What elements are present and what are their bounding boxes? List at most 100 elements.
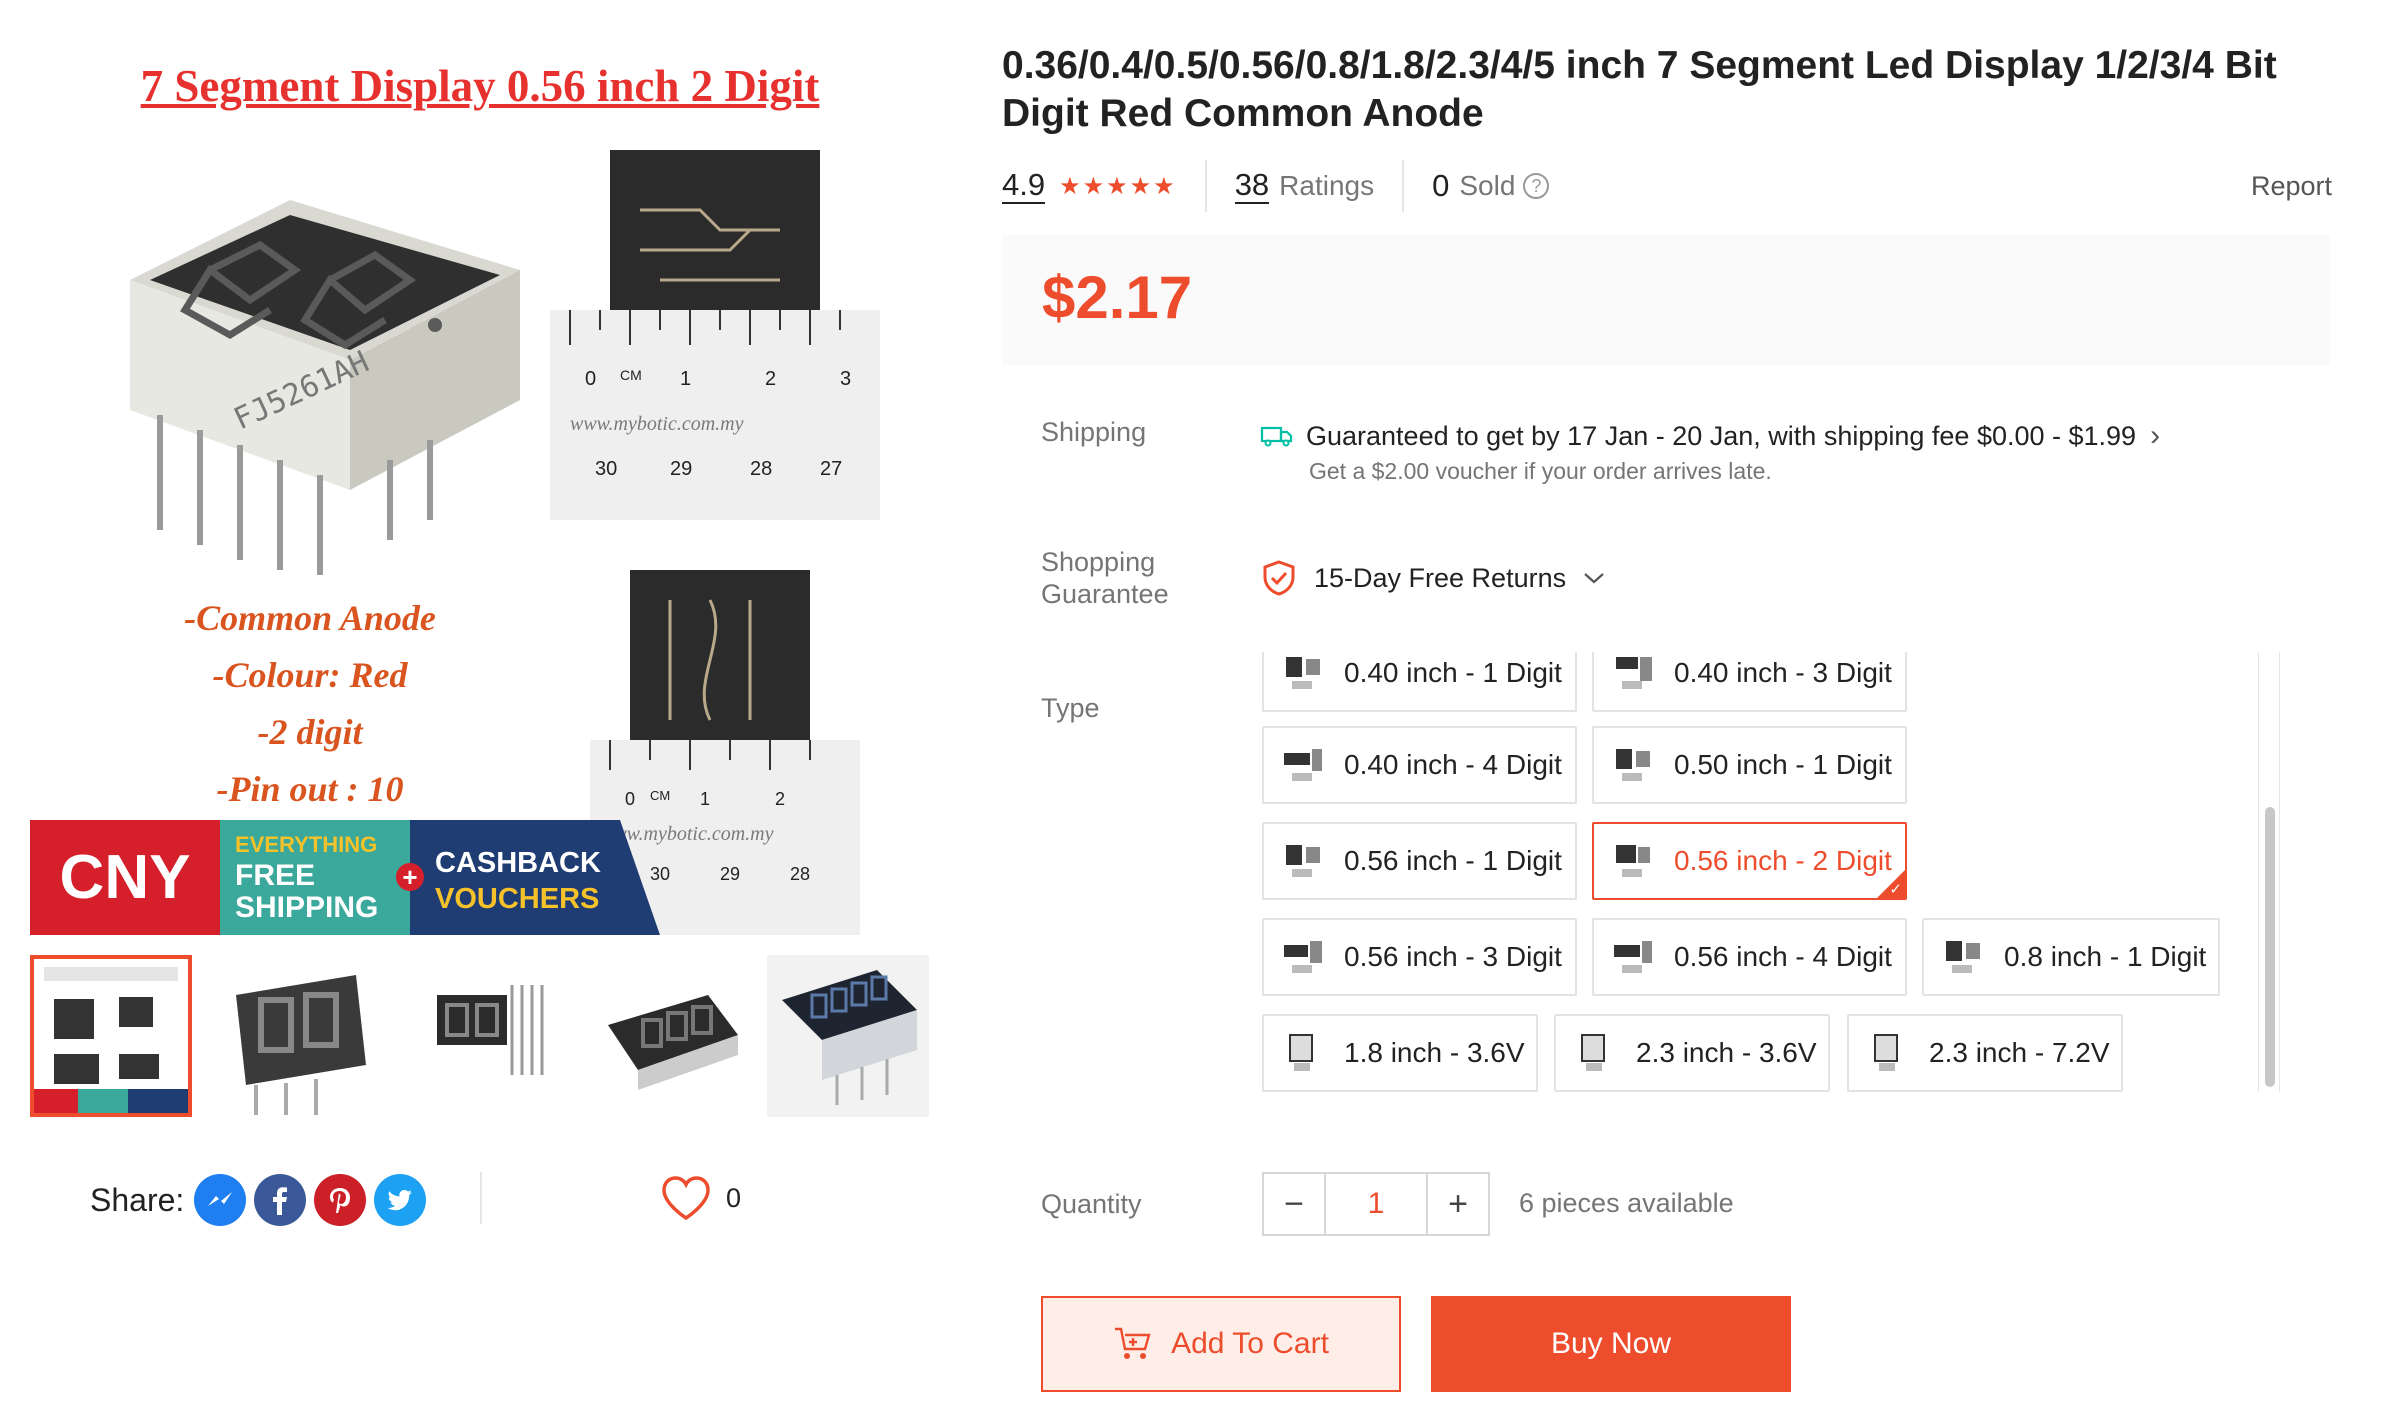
main-product-image[interactable]: 7 Segment Display 0.56 inch 2 Digit FJ52… bbox=[30, 40, 930, 935]
ratings-count-stat[interactable]: 38 Ratings bbox=[1234, 160, 1375, 212]
watermark-text: www.mybotic.com.my bbox=[570, 413, 744, 435]
variant-option-selected[interactable]: 0.56 inch - 2 Digit ✓ bbox=[1592, 822, 1907, 900]
quantity-increment-button[interactable]: + bbox=[1426, 1172, 1490, 1236]
variant-thumb-icon bbox=[1616, 749, 1650, 781]
ruler-unit: CM bbox=[650, 788, 670, 803]
sold-stat: 0 Sold ? bbox=[1432, 160, 1550, 212]
promo-vouchers: VOUCHERS bbox=[435, 883, 599, 915]
thumbnail-4[interactable] bbox=[588, 955, 750, 1117]
ruler-num: 2 bbox=[765, 368, 776, 390]
cny-promo-banner: CNY EVERYTHING FREE SHIPPING + CASHBACK … bbox=[30, 820, 660, 935]
buy-now-button[interactable]: Buy Now bbox=[1431, 1296, 1791, 1392]
quantity-input[interactable]: 1 bbox=[1326, 1172, 1426, 1236]
seven-segment-display-illustration: FJ5261AH bbox=[130, 200, 520, 575]
variant-option[interactable]: 0.8 inch - 1 Digit bbox=[1922, 918, 2220, 996]
spec-line: -Common Anode bbox=[184, 598, 436, 638]
variant-scrollbar[interactable] bbox=[2258, 652, 2280, 1092]
stock-available: 6 pieces available bbox=[1519, 1188, 1734, 1218]
guarantee-label-line: Guarantee bbox=[1041, 579, 1169, 609]
pinterest-icon[interactable] bbox=[314, 1174, 367, 1226]
guarantee-text: 15-Day Free Returns bbox=[1314, 562, 1567, 593]
thumbnail-3[interactable] bbox=[402, 955, 564, 1117]
thumbnail-image bbox=[402, 955, 564, 1117]
type-variant-list: 0.40 inch - 1 Digit 0.40 inch - 3 Digit … bbox=[1250, 652, 2280, 1092]
variant-option[interactable]: 2.3 inch - 3.6V bbox=[1554, 1014, 1830, 1092]
add-to-cart-button[interactable]: Add To Cart bbox=[1041, 1296, 1401, 1392]
thumbnail-2[interactable] bbox=[216, 955, 378, 1117]
guarantee-dropdown[interactable]: 15-Day Free Returns bbox=[1262, 558, 1606, 598]
variant-label: 0.56 inch - 2 Digit bbox=[1674, 845, 1892, 876]
share-divider bbox=[480, 1172, 482, 1224]
ratings-count: 38 bbox=[1234, 167, 1270, 204]
spec-line: -Colour: Red bbox=[212, 655, 408, 695]
ruler-num: 0 bbox=[585, 368, 596, 390]
variant-option[interactable]: 0.40 inch - 4 Digit bbox=[1262, 726, 1577, 804]
variant-thumb-icon bbox=[1614, 941, 1652, 973]
shipping-info[interactable]: Guaranteed to get by 17 Jan - 20 Jan, wi… bbox=[1260, 416, 2160, 456]
variant-thumb-icon bbox=[1946, 941, 1980, 973]
thumbnail-image bbox=[34, 959, 188, 1113]
variant-thumb-icon bbox=[1289, 1034, 1313, 1071]
spec-line: -2 digit bbox=[257, 712, 363, 752]
variant-thumb-icon bbox=[1616, 657, 1652, 689]
promo-cny: CNY bbox=[60, 843, 191, 912]
quantity-label: Quantity bbox=[1041, 1189, 1142, 1219]
image-headline: 7 Segment Display 0.56 inch 2 Digit bbox=[140, 61, 820, 111]
cart-plus-icon bbox=[1115, 1327, 1151, 1359]
variant-option[interactable]: 0.56 inch - 1 Digit bbox=[1262, 822, 1577, 900]
ruler-num: 1 bbox=[700, 789, 710, 809]
stat-divider bbox=[1402, 160, 1405, 212]
variant-label: 0.40 inch - 4 Digit bbox=[1344, 749, 1562, 780]
promo-cashback: CASHBACK bbox=[435, 847, 601, 879]
variant-label: 0.50 inch - 1 Digit bbox=[1674, 749, 1892, 780]
messenger-icon[interactable] bbox=[194, 1174, 247, 1226]
ratings-label: Ratings bbox=[1279, 170, 1375, 201]
variant-thumb-icon bbox=[1616, 845, 1650, 877]
rating-value: 4.9 bbox=[1002, 167, 1046, 204]
shield-check-icon bbox=[1263, 560, 1295, 596]
truck-icon bbox=[1260, 426, 1293, 447]
variant-label: 0.56 inch - 1 Digit bbox=[1344, 845, 1562, 876]
quantity-decrement-button[interactable]: − bbox=[1262, 1172, 1326, 1236]
shopping-guarantee-label: Shopping Guarantee bbox=[1041, 546, 1169, 610]
ruler-num: 30 bbox=[595, 458, 617, 480]
variant-option[interactable]: 0.40 inch - 3 Digit bbox=[1592, 652, 1907, 712]
product-title: 0.36/0.4/0.5/0.56/0.8/1.8/2.3/4/5 inch 7… bbox=[1002, 44, 2277, 135]
star-icon: ★ bbox=[1059, 172, 1081, 200]
star-icon: ★ bbox=[1106, 172, 1128, 200]
variant-option[interactable]: 0.56 inch - 4 Digit bbox=[1592, 918, 1907, 996]
variant-label: 2.3 inch - 3.6V bbox=[1636, 1037, 1817, 1068]
variant-option[interactable]: 0.56 inch - 3 Digit bbox=[1262, 918, 1577, 996]
variant-option[interactable]: 0.50 inch - 1 Digit bbox=[1592, 726, 1907, 804]
ruler-num: 28 bbox=[750, 458, 772, 480]
ruler-num: 28 bbox=[790, 864, 810, 884]
variant-thumb-icon bbox=[1284, 941, 1322, 973]
variant-option[interactable]: 0.40 inch - 1 Digit bbox=[1262, 652, 1577, 712]
report-link[interactable]: Report bbox=[2251, 171, 2332, 202]
thumbnail-image bbox=[767, 955, 929, 1117]
facebook-icon[interactable] bbox=[254, 1174, 307, 1226]
variant-option[interactable]: 2.3 inch - 7.2V bbox=[1847, 1014, 2123, 1092]
star-icon: ★ bbox=[1129, 172, 1152, 200]
thumbnail-5[interactable] bbox=[767, 955, 929, 1117]
scrollbar-thumb[interactable] bbox=[2265, 807, 2275, 1087]
guarantee-label-line: Shopping bbox=[1041, 547, 1156, 577]
twitter-icon[interactable] bbox=[374, 1174, 427, 1226]
ruler-num: 29 bbox=[720, 864, 740, 884]
ruler-unit: CM bbox=[620, 367, 642, 383]
ruler-num: 1 bbox=[680, 368, 691, 390]
shipping-guarantee-text: Guaranteed to get by 17 Jan - 20 Jan, wi… bbox=[1306, 420, 2137, 451]
chevron-down-icon bbox=[1584, 573, 1604, 584]
ruler-num: 2 bbox=[775, 789, 785, 809]
variant-thumb-icon bbox=[1286, 845, 1320, 877]
variant-label: 0.56 inch - 4 Digit bbox=[1674, 941, 1892, 972]
quantity-stepper: − 1 + bbox=[1262, 1172, 1490, 1236]
thumbnail-1[interactable] bbox=[30, 955, 192, 1117]
spec-list: -Common Anode -Colour: Red -2 digit -Pin… bbox=[170, 590, 450, 818]
ruler-num: 29 bbox=[670, 458, 692, 480]
favorite-button[interactable]: 0 bbox=[660, 1172, 741, 1224]
rating-stat[interactable]: 4.9 ★ ★ ★ ★ ★ bbox=[1002, 160, 1177, 212]
help-icon[interactable]: ? bbox=[1523, 173, 1550, 199]
check-icon: ✓ bbox=[1889, 881, 1902, 898]
variant-option[interactable]: 1.8 inch - 3.6V bbox=[1262, 1014, 1538, 1092]
